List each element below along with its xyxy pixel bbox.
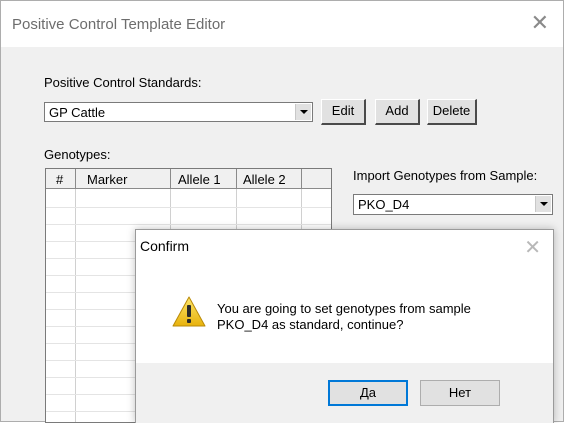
standards-selected-value: GP Cattle (49, 105, 106, 120)
warning-icon (172, 296, 206, 327)
confirm-dialog: Confirm ✕ You are going to set genotypes… (135, 229, 554, 423)
close-icon[interactable]: ✕ (531, 10, 549, 36)
no-button[interactable]: Нет (420, 380, 500, 406)
dialog-message-line2: PKO_D4 as standard, continue? (217, 317, 404, 332)
add-button[interactable]: Add (375, 99, 420, 125)
close-icon[interactable]: ✕ (524, 235, 541, 260)
column-header-marker: Marker (87, 172, 128, 187)
delete-button[interactable]: Delete (427, 99, 477, 125)
yes-button[interactable]: Да (328, 380, 408, 406)
edit-button[interactable]: Edit (321, 99, 366, 125)
column-divider (75, 169, 76, 189)
import-label: Import Genotypes from Sample: (353, 168, 538, 183)
column-divider (301, 169, 302, 189)
column-header-allele1: Allele 1 (178, 172, 221, 187)
standards-select[interactable]: GP Cattle (44, 102, 313, 122)
column-header-number: # (56, 172, 64, 187)
chevron-down-icon[interactable] (295, 104, 311, 120)
table-header: # Marker Allele 1 Allele 2 (46, 169, 331, 189)
chevron-down-icon[interactable] (535, 196, 551, 212)
window-title: Positive Control Template Editor (12, 16, 226, 33)
title-bar: Positive Control Template Editor ✕ (1, 1, 563, 47)
column-divider (236, 169, 237, 189)
genotypes-label: Genotypes: (44, 147, 111, 162)
dialog-footer: Да Нет (136, 363, 553, 423)
column-header-allele2: Allele 2 (243, 172, 286, 187)
column-divider (170, 169, 171, 189)
standards-label: Positive Control Standards: (44, 75, 202, 90)
grid-line (46, 207, 331, 208)
import-selected-value: PKO_D4 (358, 197, 410, 212)
dialog-message: You are going to set genotypes from samp… (217, 301, 537, 333)
grid-line (46, 224, 331, 225)
import-sample-select[interactable]: PKO_D4 (353, 194, 553, 215)
dialog-message-line1: You are going to set genotypes from samp… (217, 301, 471, 316)
dialog-title: Confirm (140, 238, 190, 254)
